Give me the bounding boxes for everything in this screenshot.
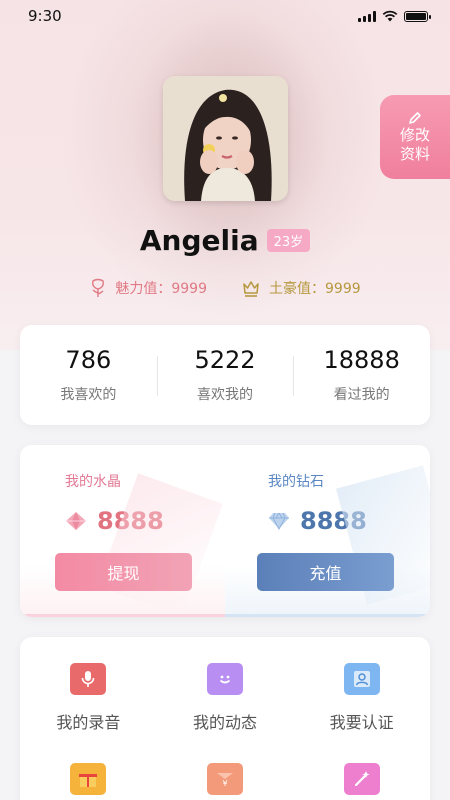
stat-value: 786 [65, 346, 112, 374]
feature-red-envelope[interactable]: ¥ [157, 737, 294, 800]
charm-value: 魅力值：9999 [89, 278, 207, 298]
user-name: Angelia [139, 223, 259, 257]
stat-value: 5222 [194, 346, 256, 374]
stat-visitors[interactable]: 18888 看过我的 [293, 346, 430, 404]
feature-my-moments[interactable]: 我的动态 [157, 637, 294, 737]
microphone-icon [70, 663, 107, 695]
rich-text: 土豪值：9999 [269, 281, 361, 297]
age-badge: 23岁 [266, 228, 311, 252]
avatar[interactable] [163, 76, 288, 201]
magic-wand-icon [343, 763, 380, 795]
diamond-panel: 我的钻石 8888 充值 [225, 445, 430, 617]
recharge-button[interactable]: 充值 [257, 553, 394, 591]
wallet-card: 我的水晶 8888 提现 我的钻石 8888 充值 [20, 445, 430, 617]
feature-gift[interactable] [20, 737, 157, 800]
feature-label: 我的录音 [56, 713, 121, 732]
withdraw-button[interactable]: 提现 [55, 553, 192, 591]
yen-envelope-icon: ¥ [206, 763, 243, 795]
edit-profile-button[interactable]: 修改 资料 [380, 95, 450, 179]
features-card: 我的录音 我的动态 我要认证 ¥ [20, 637, 430, 800]
feature-my-recordings[interactable]: 我的录音 [20, 637, 157, 737]
stat-label: 喜欢我的 [197, 387, 253, 403]
person-badge-icon [343, 663, 380, 695]
pencil-icon [409, 112, 421, 124]
feature-magic[interactable] [293, 737, 430, 800]
edit-profile-label-line1: 修改 [399, 126, 430, 144]
smiley-chat-icon [206, 663, 243, 695]
avatar-portrait [163, 76, 288, 201]
diamond-icon [269, 512, 289, 530]
stat-value: 18888 [323, 346, 400, 374]
battery-icon [404, 10, 431, 22]
feature-verify[interactable]: 我要认证 [293, 637, 430, 737]
svg-text:¥: ¥ [222, 779, 227, 788]
feature-label: 我要认证 [329, 713, 394, 732]
crystal-decoration [97, 473, 223, 617]
edit-profile-label-line2: 资料 [399, 145, 430, 163]
stats-card: 786 我喜欢的 5222 喜欢我的 18888 看过我的 [20, 325, 430, 425]
crystal-panel: 我的水晶 8888 提现 [20, 445, 225, 617]
status-bar: 9:30 [0, 0, 450, 32]
signal-icon [358, 10, 376, 22]
values-row: 魅力值：9999 土豪值：9999 [0, 274, 450, 302]
stat-label: 看过我的 [333, 387, 390, 403]
stat-label: 我喜欢的 [60, 387, 117, 403]
wifi-icon [382, 10, 398, 22]
charm-text: 魅力值：9999 [115, 281, 207, 297]
crystal-icon [66, 512, 86, 530]
stat-liked-me[interactable]: 5222 喜欢我的 [156, 346, 294, 404]
name-row: Angelia 23岁 [0, 222, 450, 258]
feature-label: 我的动态 [192, 713, 257, 732]
status-time: 9:30 [28, 7, 62, 25]
rose-icon [92, 278, 105, 297]
crown-icon [243, 281, 259, 297]
rich-value: 土豪值：9999 [241, 278, 361, 298]
gift-icon [70, 763, 107, 795]
stat-liked[interactable]: 786 我喜欢的 [20, 346, 157, 404]
